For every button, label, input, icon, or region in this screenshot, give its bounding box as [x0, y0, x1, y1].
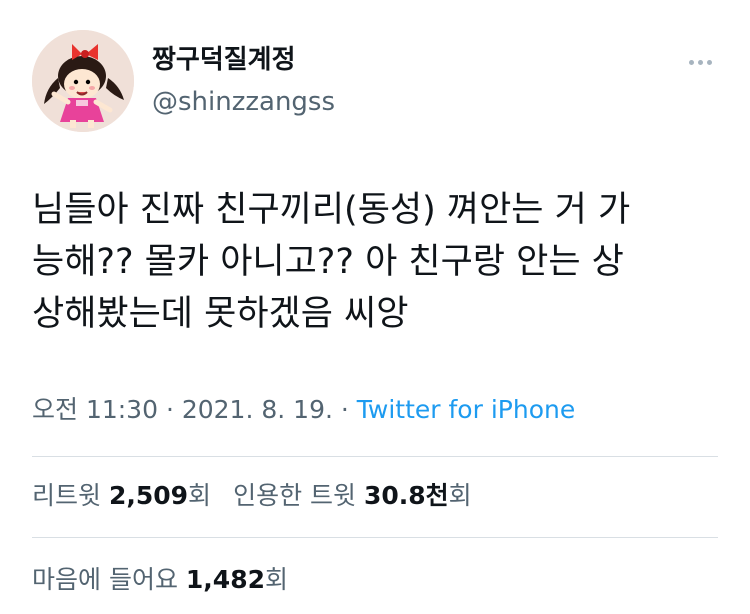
tweet-time[interactable]: 오전 11:30 — [32, 395, 158, 424]
quotes-unit: 회 — [448, 481, 472, 510]
likes-count: 1,482 — [185, 565, 265, 594]
display-name[interactable]: 짱구덕질계정 — [152, 44, 296, 76]
tweet-text: 님들아 진짜 친구끼리(동성) 껴안는 거 가 능해?? 몰카 아니고?? 아 … — [32, 184, 722, 340]
retweets-unit: 회 — [188, 481, 212, 510]
more-dot — [706, 59, 712, 65]
likes-stat[interactable]: 마음에 들어요 1,482회 — [32, 565, 288, 594]
quotes-count: 30.8천 — [363, 481, 449, 510]
more-options-icon[interactable] — [680, 50, 720, 74]
tweet-meta: 오전 11:30 · 2021. 8. 19. · Twitter for iP… — [32, 393, 575, 427]
divider — [32, 456, 718, 457]
tweet-text-line: 상해봤는데 못하겠음 씨앙 — [32, 294, 409, 334]
tweet-text-line: 님들아 진짜 친구끼리(동성) 껴안는 거 가 — [32, 190, 631, 230]
meta-separator: · — [158, 395, 182, 424]
tweet-date[interactable]: 2021. 8. 19. — [182, 395, 333, 424]
retweet-quote-stats: 리트윗 2,509회 인용한 트윗 30.8천회 — [32, 479, 472, 513]
user-handle[interactable]: @shinzzangss — [152, 86, 335, 118]
tweet-source-link[interactable]: Twitter for iPhone — [357, 395, 575, 424]
more-dot — [688, 59, 694, 65]
retweets-count: 2,509 — [108, 481, 189, 510]
avatar[interactable] — [32, 30, 134, 132]
likes-unit: 회 — [264, 565, 288, 594]
likes-stats: 마음에 들어요 1,482회 — [32, 563, 288, 597]
meta-separator: · — [332, 395, 357, 424]
likes-label: 마음에 들어요 — [32, 565, 178, 594]
avatar-image — [32, 30, 134, 132]
tweet-text-line: 능해?? 몰카 아니고?? 아 친구랑 안는 상 — [32, 242, 624, 282]
retweets-label: 리트윗 — [32, 481, 102, 510]
quotes-label: 인용한 트윗 — [233, 481, 357, 510]
quotes-stat[interactable]: 인용한 트윗 30.8천회 — [233, 481, 472, 510]
retweets-stat[interactable]: 리트윗 2,509회 — [32, 481, 211, 510]
more-dot — [697, 59, 703, 65]
divider — [32, 537, 718, 538]
